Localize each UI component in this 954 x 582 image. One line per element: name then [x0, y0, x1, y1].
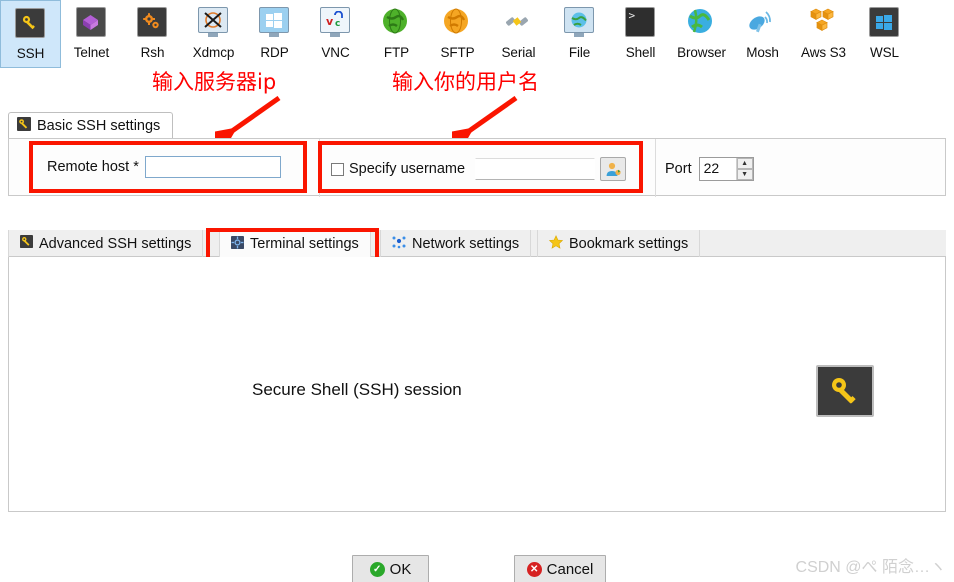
- svg-text:c: c: [335, 19, 340, 29]
- panel-divider-2: [655, 139, 656, 197]
- session-type-label: SFTP: [440, 45, 475, 60]
- x-monitor-icon: [197, 7, 230, 39]
- session-type-ssh[interactable]: SSH: [0, 0, 61, 68]
- vnc-monitor-icon: v c: [319, 7, 352, 39]
- port-label: Port: [665, 161, 692, 177]
- watermark: CSDN @ぺ 陌念…ヽ: [795, 559, 946, 576]
- windows-monitor-icon: [258, 7, 291, 39]
- network-dots-icon: [392, 235, 406, 253]
- session-type-label: Browser: [677, 45, 726, 60]
- username-input[interactable]: [475, 158, 596, 180]
- session-type-label: File: [568, 45, 591, 60]
- svg-text:v: v: [326, 15, 334, 28]
- session-type-shell[interactable]: > Shell: [610, 0, 671, 68]
- session-type-telnet[interactable]: Telnet: [61, 0, 122, 68]
- basic-ssh-panel: Remote host * Specify username Port 22 ▲…: [8, 138, 946, 197]
- session-type-label: Mosh: [746, 45, 779, 60]
- session-description: Secure Shell (SSH) session: [252, 380, 462, 399]
- orange-gears-icon: [136, 7, 169, 39]
- session-type-sftp[interactable]: SFTP: [427, 0, 488, 68]
- terminal-icon: [231, 235, 244, 253]
- tab-label: Terminal settings: [250, 236, 359, 252]
- session-settings-dialog: SSH Telnet Rsh Xdmcp RDP v c VNC FTP SFT…: [0, 0, 954, 582]
- tab-basic-ssh-settings[interactable]: Basic SSH settings: [8, 112, 174, 138]
- session-type-label: Shell: [625, 45, 656, 60]
- remote-host-input[interactable]: [144, 156, 281, 178]
- check-circle-icon: ✓: [369, 562, 385, 577]
- cancel-button[interactable]: ✕ Cancel: [514, 555, 606, 582]
- annotation-host-note: 输入服务器ip: [152, 70, 277, 94]
- basic-ssh-tabstrip: Basic SSH settings: [8, 112, 174, 138]
- tab-network-settings[interactable]: Network settings: [380, 230, 532, 257]
- port-stepper[interactable]: 22 ▲ ▼: [698, 157, 754, 181]
- session-type-label: SSH: [16, 46, 45, 61]
- orange-globe-icon: [442, 7, 474, 39]
- session-type-label: FTP: [383, 45, 410, 60]
- remote-host-label: Remote host *: [47, 159, 139, 175]
- session-type-label: WSL: [870, 45, 899, 60]
- aws-cubes-icon: [808, 7, 840, 39]
- tab-advanced-ssh-settings[interactable]: Advanced SSH settings: [8, 230, 204, 257]
- session-type-serial[interactable]: Serial: [488, 0, 549, 68]
- tab-label: Bookmark settings: [569, 235, 689, 252]
- star-icon: [548, 234, 564, 253]
- session-type-xdmcp[interactable]: Xdmcp: [183, 0, 244, 68]
- x-circle-icon: ✕: [526, 562, 542, 577]
- session-type-aws-s3[interactable]: Aws S3: [793, 0, 854, 68]
- settings-tabstrip: Advanced SSH settings Terminal settings: [8, 230, 946, 257]
- green-globe-icon: [381, 7, 413, 39]
- ok-button[interactable]: ✓ OK: [352, 555, 429, 582]
- tab-label: Network settings: [412, 235, 520, 252]
- port-value[interactable]: 22: [700, 158, 736, 180]
- session-type-label: Serial: [501, 45, 536, 60]
- panel-divider-1: [319, 139, 320, 197]
- blue-globe-icon: [686, 7, 718, 39]
- session-type-ftp[interactable]: FTP: [366, 0, 427, 68]
- session-type-label: Rsh: [140, 45, 165, 60]
- key-small-icon: [20, 235, 33, 252]
- session-type-wsl[interactable]: WSL: [854, 0, 915, 68]
- tab-label: Advanced SSH settings: [39, 235, 192, 252]
- session-type-label: Xdmcp: [192, 45, 235, 60]
- terminal-prompt-icon: >: [624, 7, 657, 39]
- port-decrement-button[interactable]: ▼: [736, 169, 753, 180]
- session-type-browser[interactable]: Browser: [671, 0, 732, 68]
- specify-username-label: Specify username: [349, 161, 466, 177]
- key-large-icon: [816, 365, 874, 417]
- session-type-rdp[interactable]: RDP: [244, 0, 305, 68]
- globe-monitor-icon: [563, 7, 596, 39]
- windows-logo-icon: [868, 7, 901, 39]
- session-type-label: Telnet: [73, 45, 110, 60]
- plug-connector-icon: [503, 7, 535, 39]
- annotation-arrow-username: [452, 96, 518, 142]
- session-type-label: VNC: [321, 45, 350, 60]
- key-icon: [14, 8, 47, 40]
- session-type-file[interactable]: File: [549, 0, 610, 68]
- terminal-settings-panel: [8, 257, 946, 512]
- annotation-username-note: 输入你的用户名: [392, 70, 539, 94]
- session-type-toolbar: SSH Telnet Rsh Xdmcp RDP v c VNC FTP SFT…: [0, 0, 954, 68]
- user-select-icon[interactable]: [600, 157, 627, 181]
- satellite-dish-icon: [747, 7, 779, 39]
- specify-username-checkbox[interactable]: [331, 162, 344, 176]
- port-increment-button[interactable]: ▲: [736, 158, 753, 169]
- session-type-label: RDP: [260, 45, 289, 60]
- annotation-arrow-host: [215, 96, 281, 142]
- session-type-rsh[interactable]: Rsh: [122, 0, 183, 68]
- session-type-mosh[interactable]: Mosh: [732, 0, 793, 68]
- session-type-vnc[interactable]: v c VNC: [305, 0, 366, 68]
- cancel-label: Cancel: [546, 561, 594, 578]
- ok-label: OK: [389, 561, 412, 578]
- tab-label: Basic SSH settings: [37, 117, 161, 134]
- purple-cube-icon: [75, 7, 108, 39]
- tab-bookmark-settings[interactable]: Bookmark settings: [537, 230, 701, 257]
- tab-terminal-settings[interactable]: Terminal settings: [219, 230, 371, 257]
- session-type-label: Aws S3: [801, 45, 846, 60]
- key-small-icon: [17, 116, 31, 135]
